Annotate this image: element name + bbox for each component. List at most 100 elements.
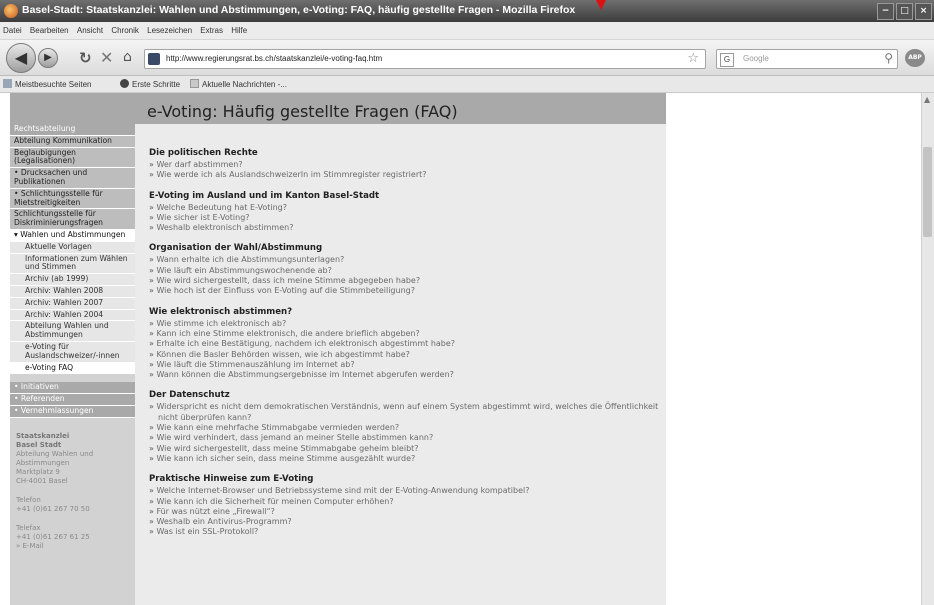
phone-label: Telefon bbox=[16, 495, 41, 504]
faq-question-link[interactable]: Wie wird sichergestellt, dass meine Stim… bbox=[149, 444, 659, 454]
adblock-icon[interactable]: ABP bbox=[905, 49, 925, 67]
faq-question-link[interactable]: Erhalte ich eine Bestätigung, nachdem ic… bbox=[149, 339, 659, 349]
bookmark-label: Aktuelle Nachrichten -... bbox=[202, 80, 287, 89]
home-icon[interactable]: ⌂ bbox=[123, 49, 132, 65]
forward-button[interactable]: ▶ bbox=[38, 48, 58, 68]
faq-question-link[interactable]: Wie stimme ich elektronisch ab? bbox=[149, 319, 659, 329]
faq-question-link[interactable]: Wie kann eine mehrfache Stimmabgabe verm… bbox=[149, 423, 659, 433]
faq-question-link[interactable]: Wie läuft die Stimmenauszählung im Inter… bbox=[149, 360, 659, 370]
bookmark-label: Meistbesuchte Seiten bbox=[15, 80, 92, 89]
sidebar-item[interactable]: e-Voting FAQ bbox=[10, 362, 135, 375]
bookmark-erste-schritte[interactable]: Erste Schritte bbox=[120, 79, 180, 89]
sidebar-item[interactable]: Rechtsabteilung bbox=[10, 124, 135, 136]
page-viewport: Rechtsabteilung Abteilung Kommunikation Be… bbox=[0, 93, 922, 605]
sidebar-item[interactable]: • Referenden bbox=[10, 394, 135, 406]
sidebar-item[interactable]: • Vernehmlassungen bbox=[10, 405, 135, 418]
faq-question-link[interactable]: Weshalb ein Antivirus-Programm? bbox=[149, 517, 659, 527]
faq-question-link[interactable]: Können die Basler Behörden wissen, wie i… bbox=[149, 350, 659, 360]
faq-question-link[interactable]: Widerspricht es nicht dem demokratischen… bbox=[149, 402, 659, 423]
back-button[interactable]: ◀ bbox=[6, 43, 36, 73]
faq-question-link[interactable]: Wann erhalte ich die Abstimmungsunterlag… bbox=[149, 255, 659, 265]
address-dept: Abstimmungen bbox=[16, 458, 70, 467]
faq-question-link[interactable]: Kann ich eine Stimme elektronisch, die a… bbox=[149, 329, 659, 339]
rss-feed-icon bbox=[190, 79, 199, 88]
minimize-button[interactable]: − bbox=[877, 3, 894, 20]
menu-lesezeichen[interactable]: Lesezeichen bbox=[147, 26, 192, 35]
faq-question-link[interactable]: Wie kann ich sicher sein, dass meine Sti… bbox=[149, 454, 659, 464]
menu-extras[interactable]: Extras bbox=[200, 26, 223, 35]
scrollbar-thumb[interactable] bbox=[923, 147, 932, 237]
search-icon[interactable]: ⚲ bbox=[884, 51, 893, 65]
search-box[interactable]: G Google ⚲ bbox=[716, 49, 898, 69]
maximize-button[interactable]: □ bbox=[896, 3, 913, 20]
faq-question-list: Welche Internet-Browser und Betriebssyst… bbox=[149, 486, 659, 537]
scroll-up-icon[interactable]: ▲ bbox=[924, 95, 930, 104]
contact-address: Staatskanzlei Basel Stadt Abteilung Wahl… bbox=[10, 432, 135, 551]
phone-number: +41 (0)61 267 70 50 bbox=[16, 504, 90, 513]
menu-datei[interactable]: Datei bbox=[3, 26, 22, 35]
faq-section: E-Voting im Ausland und im Kanton Basel-… bbox=[149, 191, 659, 234]
reload-icon[interactable]: ↻ bbox=[79, 49, 92, 67]
site-identity-icon[interactable] bbox=[148, 53, 160, 65]
faq-question-link[interactable]: Für was nützt eine „Firewall“? bbox=[149, 507, 659, 517]
faq-question-link[interactable]: Wie werde ich als AuslandschweizerIn im … bbox=[149, 170, 659, 180]
address-street: Marktplatz 9 bbox=[16, 467, 60, 476]
address-url[interactable]: http://www.regierungsrat.bs.ch/staatskan… bbox=[166, 54, 382, 63]
menu-bearbeiten[interactable]: Bearbeiten bbox=[30, 26, 69, 35]
sidebar-item[interactable]: • Schlichtungsstelle für Mietstreitigkei… bbox=[10, 188, 135, 210]
faq-section-heading: Wie elektronisch abstimmen? bbox=[149, 306, 293, 317]
sidebar-item[interactable]: ▾ Wahlen und Abstimmungen bbox=[10, 229, 135, 242]
bookmark-meistbesuchte[interactable]: Meistbesuchte Seiten bbox=[3, 79, 92, 89]
faq-question-list: Wann erhalte ich die Abstimmungsunterlag… bbox=[149, 255, 659, 296]
bookmark-nachrichten[interactable]: Aktuelle Nachrichten -... bbox=[190, 79, 287, 89]
address-bar[interactable]: http://www.regierungsrat.bs.ch/staatskan… bbox=[144, 49, 706, 69]
sidebar-item[interactable]: Archiv (ab 1999) bbox=[10, 274, 135, 286]
faq-question-link[interactable]: Welche Bedeutung hat E-Voting? bbox=[149, 203, 659, 213]
search-engine-icon[interactable]: G bbox=[720, 53, 734, 67]
sidebar-item[interactable]: Abteilung Kommunikation bbox=[10, 135, 135, 148]
faq-question-link[interactable]: Wie wird sichergestellt, dass ich meine … bbox=[149, 276, 659, 286]
sidebar-item[interactable]: • Drucksachen und Publikationen bbox=[10, 168, 135, 189]
menubar: Datei Bearbeiten Ansicht Chronik Lesezei… bbox=[0, 22, 934, 40]
faq-question-list: Wie stimme ich elektronisch ab?Kann ich … bbox=[149, 319, 659, 381]
sidebar-item[interactable]: Archiv: Wahlen 2008 bbox=[10, 285, 135, 298]
stop-icon[interactable]: ✕ bbox=[100, 48, 113, 67]
sidebar-item[interactable]: Beglaubigungen (Legalisationen) bbox=[10, 147, 135, 169]
menu-hilfe[interactable]: Hilfe bbox=[231, 26, 247, 35]
sidebar-header-band bbox=[10, 93, 135, 124]
email-link[interactable]: » E-Mail bbox=[16, 542, 135, 551]
sidebar-item[interactable]: Aktuelle Vorlagen bbox=[10, 241, 135, 254]
close-button[interactable]: × bbox=[915, 3, 932, 20]
faq-question-link[interactable]: Was ist ein SSL-Protokoll? bbox=[149, 527, 659, 537]
sidebar-item[interactable]: • Initiativen bbox=[10, 382, 135, 395]
sidebar-item[interactable]: Schlichtungsstelle für Diskriminierungsf… bbox=[10, 209, 135, 230]
faq-section: Praktische Hinweise zum E-VotingWelche I… bbox=[149, 474, 659, 537]
faq-section-heading: Der Datenschutz bbox=[149, 390, 230, 401]
sidebar-item[interactable]: Abteilung Wahlen und Abstimmungen bbox=[10, 321, 135, 342]
navigation-toolbar: ◀ ▶ ↻ ✕ ⌂ http://www.regierungsrat.bs.ch… bbox=[0, 40, 934, 76]
faq-question-link[interactable]: Wer darf abstimmen? bbox=[149, 160, 659, 170]
bookmarks-toolbar: Meistbesuchte Seiten Erste Schritte Aktu… bbox=[0, 76, 934, 93]
faq-section-heading: Praktische Hinweise zum E-Voting bbox=[149, 474, 314, 485]
faq-question-link[interactable]: Weshalb elektronisch abstimmen? bbox=[149, 223, 659, 233]
sidebar-item[interactable]: Informationen zum Wählen und Stimmen bbox=[10, 253, 135, 275]
faq-section: Wie elektronisch abstimmen? Wie stimme ic… bbox=[149, 307, 659, 381]
faq-question-link[interactable]: Wann können die Abstimmungsergebnisse im… bbox=[149, 370, 659, 380]
faq-question-link[interactable]: Welche Internet-Browser und Betriebssyst… bbox=[149, 486, 659, 496]
faq-question-link[interactable]: Wie sicher ist E-Voting? bbox=[149, 213, 659, 223]
menu-ansicht[interactable]: Ansicht bbox=[77, 26, 103, 35]
firefox-icon bbox=[4, 4, 18, 18]
window-titlebar: Basel-Stadt: Staatskanzlei: Wahlen und A… bbox=[0, 0, 934, 22]
faq-question-list: Widerspricht es nicht dem demokratischen… bbox=[149, 402, 659, 464]
faq-question-link[interactable]: Wie wird verhindert, dass jemand an mein… bbox=[149, 433, 659, 443]
sidebar-item[interactable]: e-Voting für Auslandschweizer/-innen bbox=[10, 341, 135, 363]
vertical-scrollbar[interactable]: ▲ bbox=[921, 93, 934, 605]
faq-question-link[interactable]: Wie hoch ist der Einfluss von E-Voting a… bbox=[149, 286, 659, 296]
menu-chronik[interactable]: Chronik bbox=[111, 26, 139, 35]
sidebar-item[interactable]: Archiv: Wahlen 2007 bbox=[10, 297, 135, 310]
faq-question-link[interactable]: Wie läuft ein Abstimmungswochenende ab? bbox=[149, 266, 659, 276]
faq-question-link[interactable]: Wie kann ich die Sicherheit für meinen C… bbox=[149, 497, 659, 507]
sidebar-item[interactable]: Archiv: Wahlen 2004 bbox=[10, 309, 135, 322]
bookmark-label: Erste Schritte bbox=[132, 80, 181, 89]
bookmark-star-icon[interactable]: ☆ bbox=[687, 51, 699, 66]
